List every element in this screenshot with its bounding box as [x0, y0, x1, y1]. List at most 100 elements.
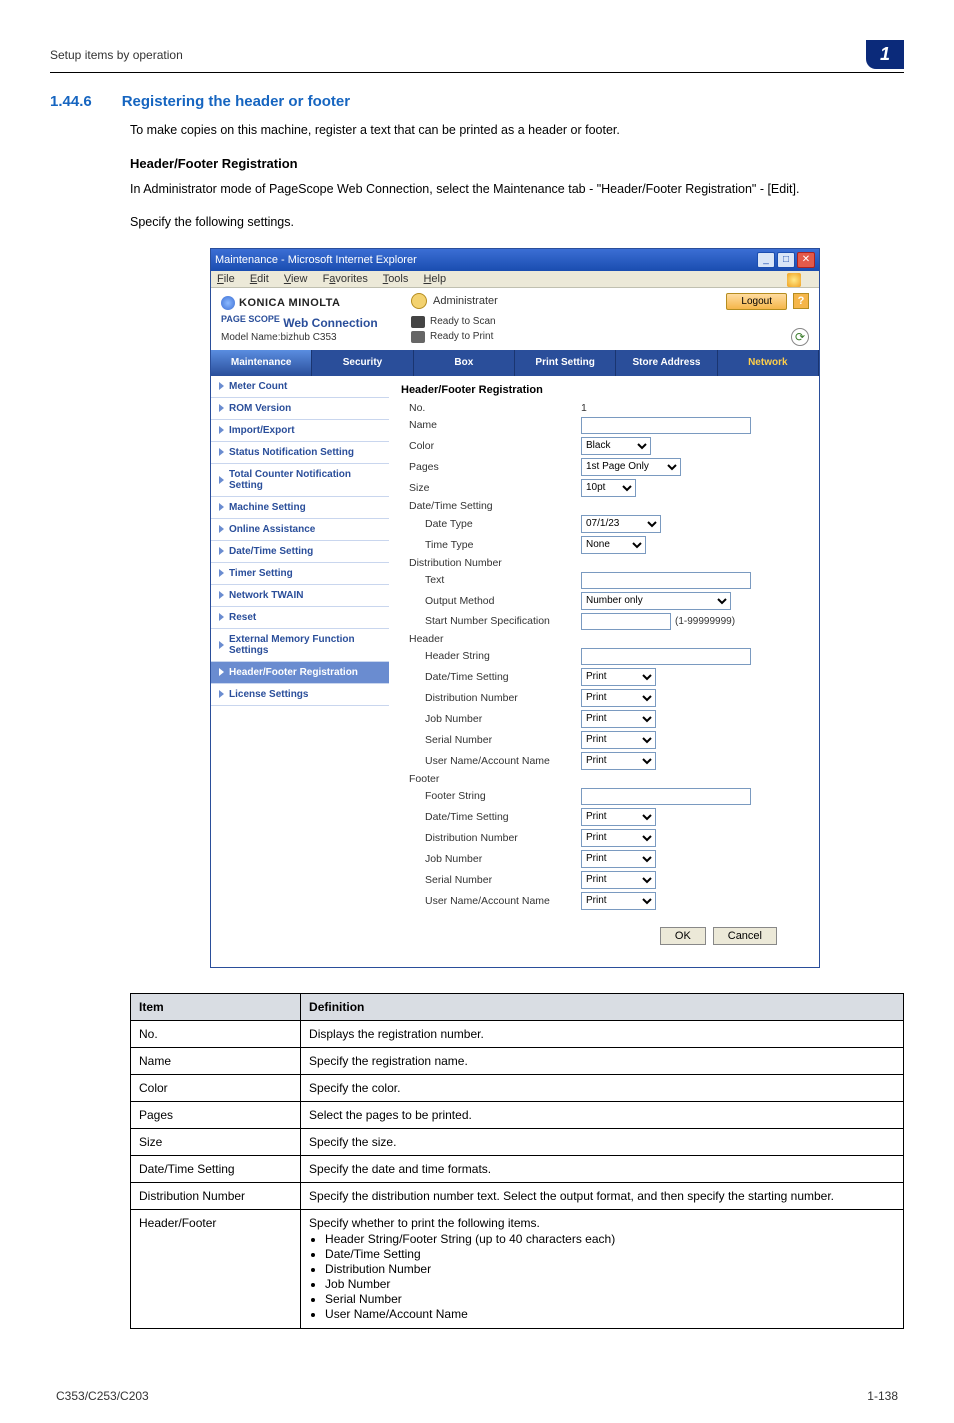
- menu-favorites[interactable]: Favorites: [323, 273, 368, 285]
- nav-import-export[interactable]: Import/Export: [211, 420, 389, 442]
- f-job-label: Job Number: [401, 853, 581, 865]
- table-head-def: Definition: [301, 993, 904, 1020]
- start-num-input[interactable]: [581, 613, 671, 630]
- nav-meter-count[interactable]: Meter Count: [211, 376, 389, 398]
- nav-online-assistance[interactable]: Online Assistance: [211, 519, 389, 541]
- ie-title: Maintenance - Microsoft Internet Explore…: [215, 254, 417, 266]
- nav-total-counter[interactable]: Total Counter Notification Setting: [211, 464, 389, 497]
- footer-left: C353/C253/C203: [56, 1389, 149, 1403]
- menu-tools[interactable]: Tools: [383, 273, 409, 285]
- minimize-button[interactable]: _: [757, 252, 775, 268]
- help-icon[interactable]: ?: [793, 293, 809, 309]
- status-print: Ready to Print: [430, 331, 493, 342]
- h-dist-select[interactable]: Print: [581, 689, 656, 707]
- admin-text-2: Specify the following settings.: [130, 214, 904, 232]
- h-serial-label: Serial Number: [401, 734, 581, 746]
- tab-store-address[interactable]: Store Address: [616, 350, 717, 376]
- name-label: Name: [401, 419, 581, 431]
- header-group-label: Header: [401, 633, 581, 645]
- size-label: Size: [401, 482, 581, 494]
- f-serial-select[interactable]: Print: [581, 871, 656, 889]
- tab-print-setting[interactable]: Print Setting: [515, 350, 616, 376]
- f-job-select[interactable]: Print: [581, 850, 656, 868]
- ie-window: Maintenance - Microsoft Internet Explore…: [210, 248, 820, 968]
- ie-menubar[interactable]: FFileile Edit View Favorites Tools Help: [211, 271, 819, 288]
- h-serial-select[interactable]: Print: [581, 731, 656, 749]
- menu-file[interactable]: FFileile: [217, 273, 235, 285]
- menu-edit[interactable]: Edit: [250, 273, 269, 285]
- form-title: Header/Footer Registration: [401, 384, 807, 396]
- logout-button[interactable]: Logout: [726, 293, 787, 310]
- admin-text-1: In Administrator mode of PageScope Web C…: [130, 181, 904, 199]
- output-select[interactable]: Number only: [581, 592, 731, 610]
- tab-network[interactable]: Network: [718, 350, 819, 376]
- dist-text-input[interactable]: [581, 572, 751, 589]
- ie-titlebar: Maintenance - Microsoft Internet Explore…: [211, 249, 819, 271]
- hf-bullet: Job Number: [325, 1277, 895, 1291]
- f-user-label: User Name/Account Name: [401, 895, 581, 907]
- color-select[interactable]: Black: [581, 437, 651, 455]
- tab-security[interactable]: Security: [312, 350, 413, 376]
- table-row: Distribution NumberSpecify the distribut…: [131, 1182, 904, 1209]
- no-label: No.: [401, 402, 581, 414]
- main-tabs: Maintenance Security Box Print Setting S…: [211, 350, 819, 376]
- f-dt-label: Date/Time Setting: [401, 811, 581, 823]
- date-type-select[interactable]: 07/1/23: [581, 515, 661, 533]
- dist-group-label: Distribution Number: [401, 557, 581, 569]
- hf-bullet: Serial Number: [325, 1292, 895, 1306]
- table-row: Date/Time SettingSpecify the date and ti…: [131, 1155, 904, 1182]
- nav-rom-version[interactable]: ROM Version: [211, 398, 389, 420]
- hf-intro: Specify whether to print the following i…: [309, 1216, 540, 1230]
- size-select[interactable]: 10pt: [581, 479, 636, 497]
- menu-help[interactable]: Help: [423, 273, 446, 285]
- table-row: PagesSelect the pages to be printed.: [131, 1101, 904, 1128]
- f-user-select[interactable]: Print: [581, 892, 656, 910]
- nav-status-notification[interactable]: Status Notification Setting: [211, 442, 389, 464]
- cancel-button[interactable]: Cancel: [713, 927, 777, 945]
- nav-license-settings[interactable]: License Settings: [211, 684, 389, 706]
- tab-maintenance[interactable]: Maintenance: [211, 350, 312, 376]
- admin-icon: [411, 293, 427, 309]
- pages-select[interactable]: 1st Page Only: [581, 458, 681, 476]
- table-row: NameSpecify the registration name.: [131, 1047, 904, 1074]
- close-button[interactable]: ✕: [797, 252, 815, 268]
- definition-table: Item Definition No.Displays the registra…: [130, 993, 904, 1329]
- header-string-label: Header String: [401, 650, 581, 662]
- nav-machine-setting[interactable]: Machine Setting: [211, 497, 389, 519]
- time-type-select[interactable]: None: [581, 536, 646, 554]
- table-row: SizeSpecify the size.: [131, 1128, 904, 1155]
- footer-string-input[interactable]: [581, 788, 751, 805]
- nav-ext-memory[interactable]: External Memory Function Settings: [211, 629, 389, 662]
- time-type-label: Time Type: [401, 539, 581, 551]
- name-input[interactable]: [581, 417, 751, 434]
- dist-text-label: Text: [401, 574, 581, 586]
- tab-box[interactable]: Box: [414, 350, 515, 376]
- h-job-label: Job Number: [401, 713, 581, 725]
- date-type-label: Date Type: [401, 518, 581, 530]
- table-row: No.Displays the registration number.: [131, 1020, 904, 1047]
- scanner-icon: [411, 316, 425, 328]
- refresh-icon[interactable]: ⟳: [791, 328, 809, 346]
- h-job-select[interactable]: Print: [581, 710, 656, 728]
- status-scan: Ready to Scan: [430, 316, 496, 327]
- nav-date-time[interactable]: Date/Time Setting: [211, 541, 389, 563]
- pages-label: Pages: [401, 461, 581, 473]
- h-dt-select[interactable]: Print: [581, 668, 656, 686]
- nav-network-twain[interactable]: Network TWAIN: [211, 585, 389, 607]
- nav-header-footer[interactable]: Header/Footer Registration: [211, 662, 389, 684]
- menu-view[interactable]: View: [284, 273, 308, 285]
- nav-timer-setting[interactable]: Timer Setting: [211, 563, 389, 585]
- hf-bullet: Header String/Footer String (up to 40 ch…: [325, 1232, 895, 1246]
- f-dist-select[interactable]: Print: [581, 829, 656, 847]
- table-row-hf: Header/Footer Specify whether to print t…: [131, 1209, 904, 1328]
- ok-button[interactable]: OK: [660, 927, 706, 945]
- nav-reset[interactable]: Reset: [211, 607, 389, 629]
- h-dist-label: Distribution Number: [401, 692, 581, 704]
- h-user-label: User Name/Account Name: [401, 755, 581, 767]
- f-dist-label: Distribution Number: [401, 832, 581, 844]
- start-num-label: Start Number Specification: [401, 615, 581, 627]
- maximize-button[interactable]: □: [777, 252, 795, 268]
- h-user-select[interactable]: Print: [581, 752, 656, 770]
- f-dt-select[interactable]: Print: [581, 808, 656, 826]
- header-string-input[interactable]: [581, 648, 751, 665]
